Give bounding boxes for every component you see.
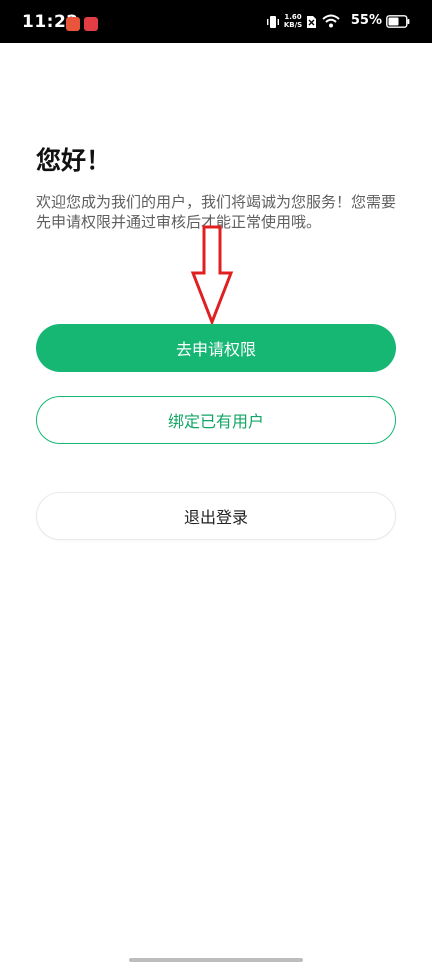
status-bar: 11:22 1.60 KB/S 55% bbox=[0, 0, 432, 43]
battery-icon bbox=[386, 15, 410, 28]
vibrate-icon bbox=[267, 16, 279, 28]
bind-existing-user-button[interactable]: 绑定已有用户 bbox=[36, 396, 396, 444]
network-speed-value: 1.60 bbox=[284, 13, 302, 21]
network-speed-unit: KB/S bbox=[283, 21, 303, 29]
page-title: 您好！ bbox=[36, 146, 112, 175]
notification-app-icon bbox=[84, 17, 98, 31]
wifi-icon bbox=[322, 14, 340, 28]
home-indicator[interactable] bbox=[129, 958, 303, 962]
apply-permission-button[interactable]: 去申请权限 bbox=[36, 324, 396, 372]
notification-app-icon bbox=[66, 17, 80, 31]
logout-button[interactable]: 退出登录 bbox=[36, 492, 396, 540]
network-speed: 1.60 KB/S bbox=[282, 13, 304, 29]
down-arrow-icon bbox=[190, 225, 234, 325]
no-sim-icon bbox=[307, 16, 316, 28]
battery-percent: 55% bbox=[350, 13, 382, 28]
